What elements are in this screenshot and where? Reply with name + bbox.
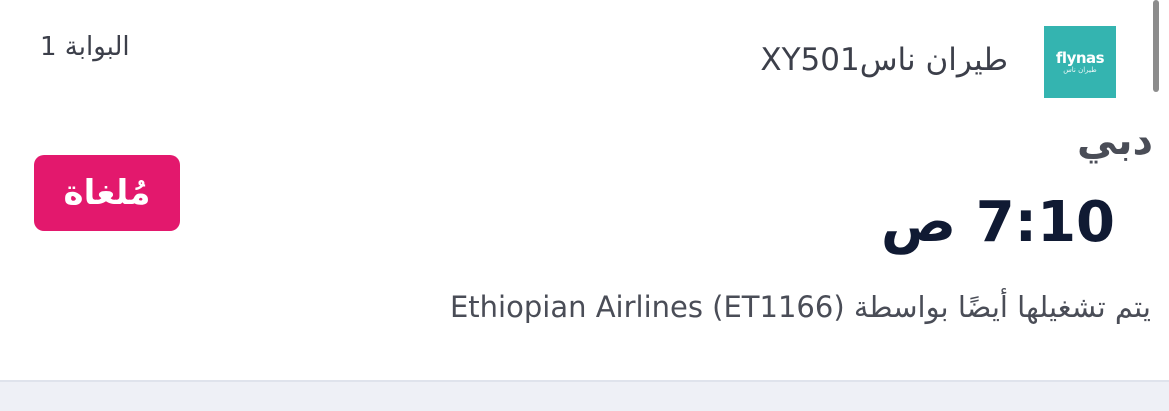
gate-label: البوابة 1 (40, 32, 130, 62)
airline-flight-line: طيران ناسXY501 (408, 42, 1008, 78)
scrollbar-thumb[interactable] (1153, 0, 1159, 92)
next-card-edge (0, 380, 1169, 411)
flight-number: XY501 (760, 42, 860, 78)
flight-card[interactable]: flynas طيران ناس طيران ناسXY501 البوابة … (0, 0, 1169, 380)
destination-city: دبي (1076, 118, 1153, 164)
airline-name: طيران ناس (859, 42, 1008, 78)
status-badge: مُلغاة (34, 155, 180, 231)
departure-time: 7:10 ص (880, 190, 1115, 255)
codeshare-info: يتم تشغيلها أيضًا بواسطة Ethiopian Airli… (449, 290, 1151, 324)
logo-arabic-wordmark: طيران ناس (1063, 65, 1097, 74)
logo-wordmark: flynas (1055, 48, 1105, 67)
airline-logo: flynas طيران ناس (1044, 26, 1116, 98)
